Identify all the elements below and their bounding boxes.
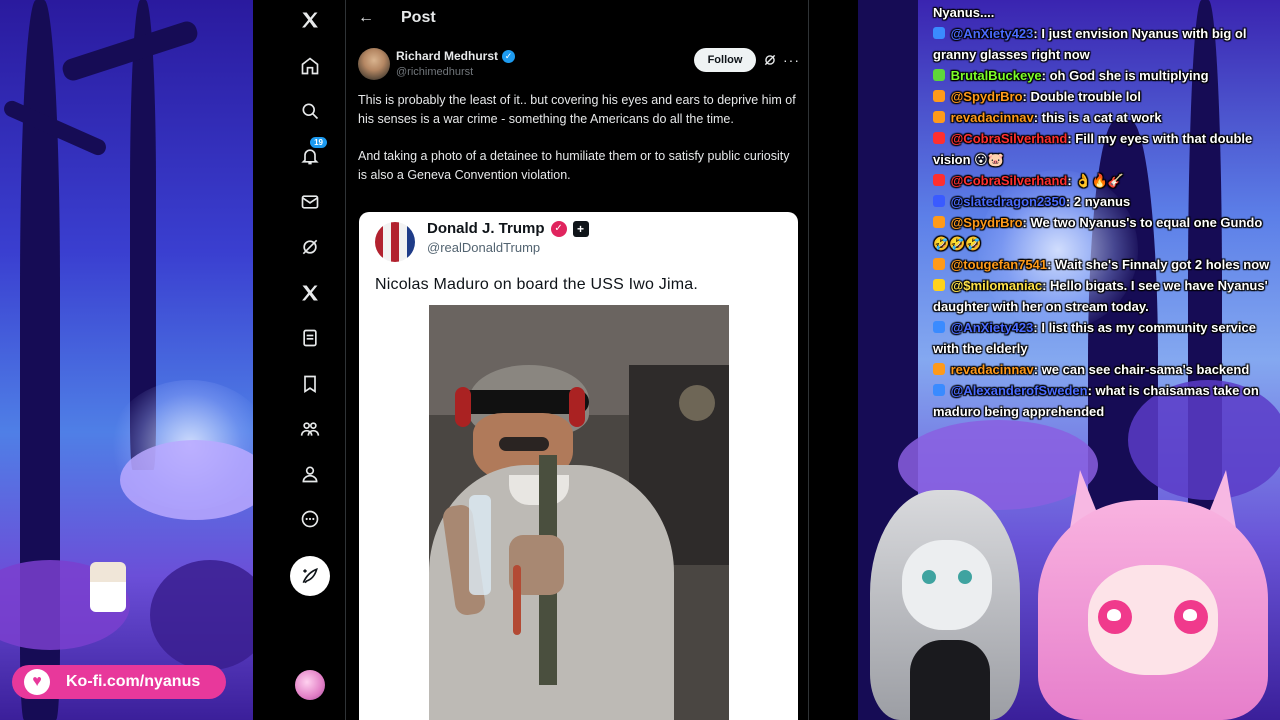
chat-text: : we can see chair-sama's backend — [1033, 362, 1250, 377]
chat-message: @tougefan7541: Wait she's Finnaly got 2 … — [933, 254, 1278, 275]
chat-username: revadacinnav — [950, 362, 1034, 377]
chat-username: BrutalBuckeye — [950, 68, 1042, 83]
vtuber-avatar-silver — [860, 490, 1030, 720]
premium-x-icon[interactable] — [295, 278, 325, 308]
platform-icon — [933, 132, 945, 144]
back-arrow-icon[interactable]: ← — [358, 9, 374, 27]
chat-message: @SpydrBro: Double trouble lol — [933, 86, 1278, 107]
feather-icon — [302, 567, 318, 584]
x-twitter-window: 19 ← Post Richard Medhurst ✓ @richimedhu… — [253, 0, 858, 720]
communities-icon[interactable] — [295, 414, 325, 444]
chat-username: @AnXiety423 — [950, 320, 1034, 335]
author-name-row[interactable]: Richard Medhurst ✓ — [396, 49, 516, 63]
vtuber-avatar-pink — [1028, 470, 1280, 720]
detainee-photo — [429, 305, 729, 720]
chat-message: BrutalBuckeye: oh God she is multiplying — [933, 65, 1278, 86]
author-avatar[interactable] — [358, 48, 390, 80]
quoted-post-text: Nicolas Maduro on board the USS Iwo Jima… — [375, 276, 699, 293]
chat-username: @tougefan7541 — [950, 257, 1048, 272]
chat-username: revadacinnav — [950, 110, 1034, 125]
lists-icon[interactable] — [295, 323, 325, 353]
kofi-badge[interactable]: ♥ Ko-fi.com/nyanus — [12, 665, 226, 699]
profile-icon[interactable] — [295, 459, 325, 489]
chat-username: @AnXiety423 — [950, 26, 1034, 41]
chat-text: : oh God she is multiplying — [1041, 68, 1209, 83]
plus-icon: + — [572, 220, 589, 237]
chat-message: @SpydrBro: We two Nyanus's to equal one … — [933, 212, 1278, 254]
post-detail-panel: ← Post Richard Medhurst ✓ @richimedhurst… — [345, 0, 809, 720]
quoted-author-name: Donald J. Trump — [427, 220, 545, 237]
embedded-post-image[interactable]: Donald J. Trump ✓ + @realDonaldTrump Nic… — [359, 212, 798, 720]
more-options-icon[interactable]: ··· — [783, 52, 800, 68]
follow-button[interactable]: Follow — [694, 48, 756, 72]
platform-icon — [933, 321, 945, 333]
chat-message: @CobraSilverhand: 👌🔥🎸 — [933, 170, 1278, 191]
platform-icon — [933, 279, 945, 291]
chat-message: revadacinnav: we can see chair-sama's ba… — [933, 359, 1278, 380]
grok-explain-icon[interactable] — [763, 53, 777, 67]
platform-icon — [933, 90, 945, 102]
tweet-paragraph-1: This is probably the least of it.. but c… — [358, 93, 796, 126]
platform-icon — [933, 363, 945, 375]
chat-message: @AnXiety423: I list this as my community… — [933, 317, 1278, 359]
chat-text: : Wait she's Finnaly got 2 holes now — [1047, 257, 1270, 272]
chat-text: : Double trouble lol — [1022, 89, 1141, 104]
chat-username: @slatedragon2350 — [950, 194, 1066, 209]
platform-icon — [933, 216, 945, 228]
chat-message: Nyanus.... — [933, 2, 1278, 23]
kofi-label: Ko-fi.com/nyanus — [66, 673, 201, 690]
chat-text: : 2 nyanus — [1065, 194, 1131, 209]
forest-background-left — [0, 0, 253, 720]
verified-badge-icon: ✓ — [502, 49, 516, 63]
chat-username: @CobraSilverhand — [950, 173, 1068, 188]
chat-username: @SpydrBro — [950, 89, 1023, 104]
author-handle[interactable]: @richimedhurst — [396, 66, 473, 78]
chat-username: @SpydrBro — [950, 215, 1023, 230]
tweet-text: This is probably the least of it.. but c… — [358, 91, 798, 203]
platform-icon — [933, 111, 945, 123]
platform-icon — [933, 27, 945, 39]
compose-post-button[interactable] — [290, 556, 330, 596]
chat-text: : 👌🔥🎸 — [1067, 173, 1124, 188]
chat-message: @$milomaniac: Hello bigats. I see we hav… — [933, 275, 1278, 317]
bookmarks-icon[interactable] — [295, 369, 325, 399]
notifications-icon[interactable]: 19 — [295, 137, 327, 171]
kofi-cup-icon: ♥ — [24, 669, 50, 695]
home-icon[interactable] — [295, 51, 325, 81]
sidebar-nav: 19 — [253, 0, 341, 720]
platform-icon — [933, 69, 945, 81]
chat-message: @slatedragon2350: 2 nyanus — [933, 191, 1278, 212]
account-avatar[interactable] — [295, 670, 325, 700]
chat-message: @AnXiety423: I just envision Nyanus with… — [933, 23, 1278, 65]
chat-message: @CobraSilverhand: Fill my eyes with that… — [933, 128, 1278, 170]
chat-username: @CobraSilverhand — [950, 131, 1068, 146]
quoted-author-handle: @realDonaldTrump — [427, 240, 541, 255]
post-header: ← Post — [346, 0, 810, 38]
platform-icon — [933, 384, 945, 396]
grok-icon[interactable] — [295, 232, 325, 262]
search-icon[interactable] — [295, 96, 325, 126]
verified-badge-icon: ✓ — [550, 220, 567, 237]
chat-message: @AlexanderofSweden: what is chaisamas ta… — [933, 380, 1278, 422]
quoted-author-name-row: Donald J. Trump ✓ + — [427, 220, 589, 237]
platform-icon — [933, 258, 945, 270]
more-icon[interactable] — [295, 504, 325, 534]
messages-icon[interactable] — [295, 187, 325, 217]
chat-username: @$milomaniac — [950, 278, 1043, 293]
chat-text: : this is a cat at work — [1033, 110, 1162, 125]
platform-icon — [933, 174, 945, 186]
chat-text: Nyanus.... — [933, 5, 995, 20]
stream-chat-overlay: Nyanus.... @AnXiety423: I just envision … — [933, 0, 1278, 422]
page-title: Post — [401, 9, 436, 26]
chat-username: @AlexanderofSweden — [950, 383, 1088, 398]
author-name[interactable]: Richard Medhurst — [396, 49, 498, 63]
quoted-author-avatar — [375, 222, 415, 262]
notifications-badge: 19 — [310, 137, 327, 148]
chat-message: revadacinnav: this is a cat at work — [933, 107, 1278, 128]
platform-icon — [933, 195, 945, 207]
x-logo-icon[interactable] — [295, 5, 325, 35]
tweet-paragraph-2: And taking a photo of a detainee to humi… — [358, 149, 790, 182]
streamer-figure-small — [90, 562, 126, 612]
